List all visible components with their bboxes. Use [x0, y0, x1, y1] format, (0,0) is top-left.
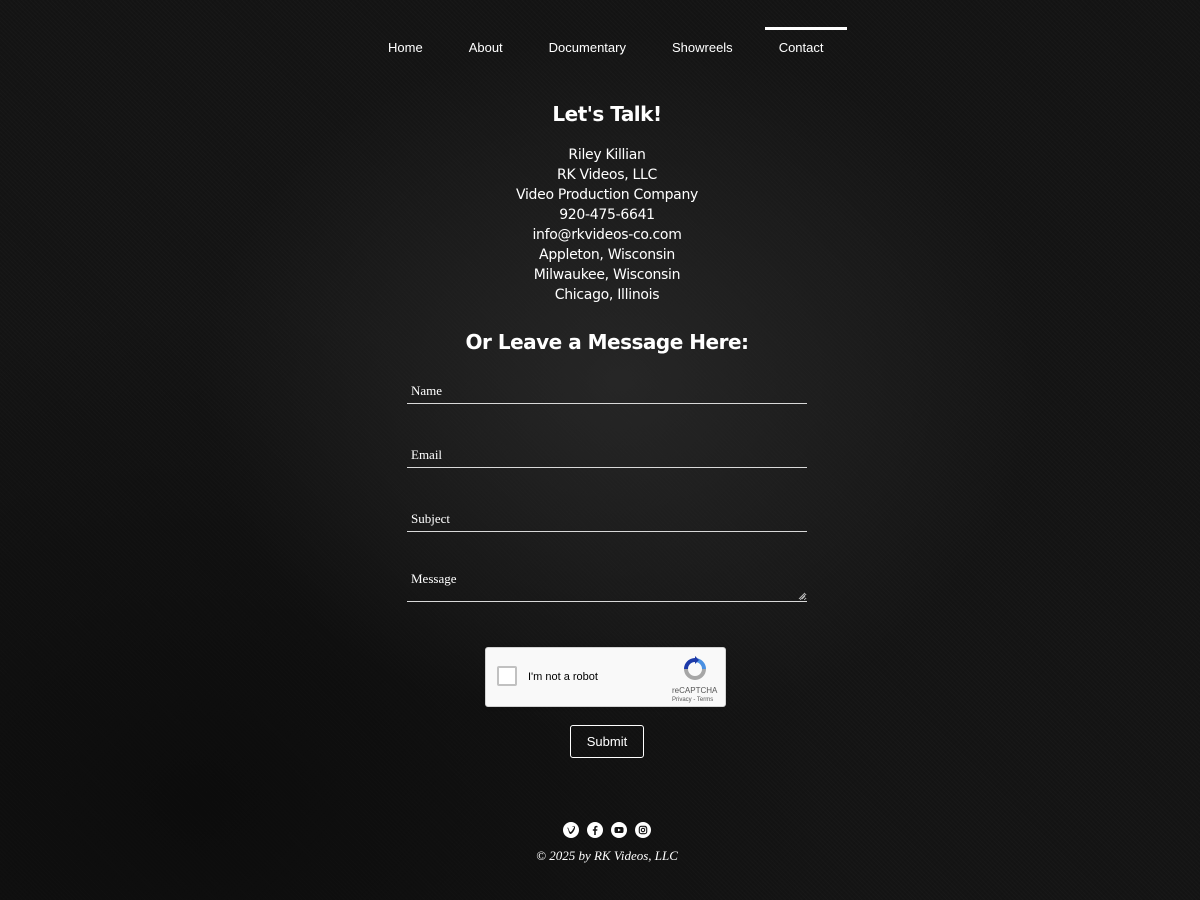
contact-name: Riley Killian [568, 147, 646, 163]
company-name: RK Videos, LLC [557, 167, 657, 183]
email-field[interactable] [407, 434, 807, 467]
location-appleton: Appleton, Wisconsin [539, 247, 675, 263]
contact-info: Riley Killian RK Videos, LLC Video Produ… [0, 145, 1200, 305]
company-description: Video Production Company [515, 187, 698, 203]
subject-field-wrapper [407, 498, 807, 532]
resize-grip-icon[interactable] [798, 592, 806, 600]
phone-number: 920-475-6641 [559, 207, 655, 223]
footer-copyright: © 2025 by RK Videos, LLC [536, 848, 678, 863]
recaptcha-label: I'm not a robot [528, 671, 598, 683]
form-heading: Or Leave a Message Here: [465, 330, 750, 354]
recaptcha-brand: reCAPTCHA [672, 686, 718, 695]
nav-item-showreels[interactable]: Showreels [649, 27, 756, 67]
recaptcha-checkbox[interactable] [497, 666, 517, 686]
vimeo-icon[interactable] [563, 822, 579, 838]
message-field[interactable] [407, 562, 807, 601]
recaptcha-widget: I'm not a robot reCAPTCHA Privacy - Term… [485, 647, 726, 707]
recaptcha-logo-icon [684, 656, 706, 680]
youtube-icon[interactable] [611, 822, 627, 838]
message-field-wrapper [407, 562, 807, 602]
main-nav: Home About Documentary Showreels Contact [365, 27, 847, 67]
instagram-icon[interactable] [635, 822, 651, 838]
social-links [563, 822, 651, 838]
name-field-wrapper [407, 370, 807, 404]
email-field-wrapper [407, 434, 807, 468]
nav-item-documentary[interactable]: Documentary [526, 27, 649, 67]
recaptcha-terms[interactable]: Privacy - Terms [672, 697, 713, 703]
submit-button[interactable]: Submit [570, 725, 644, 758]
contact-heading: Let's Talk! [552, 102, 662, 126]
subject-field[interactable] [407, 498, 807, 531]
nav-item-contact[interactable]: Contact [756, 27, 847, 67]
nav-item-about[interactable]: About [446, 27, 526, 67]
name-field[interactable] [407, 370, 807, 403]
location-milwaukee: Milwaukee, Wisconsin [533, 267, 681, 283]
nav-item-home[interactable]: Home [365, 27, 446, 67]
location-chicago: Chicago, Illinois [554, 287, 660, 303]
email-address: info@rkvideos-co.com [532, 227, 682, 243]
facebook-icon[interactable] [587, 822, 603, 838]
